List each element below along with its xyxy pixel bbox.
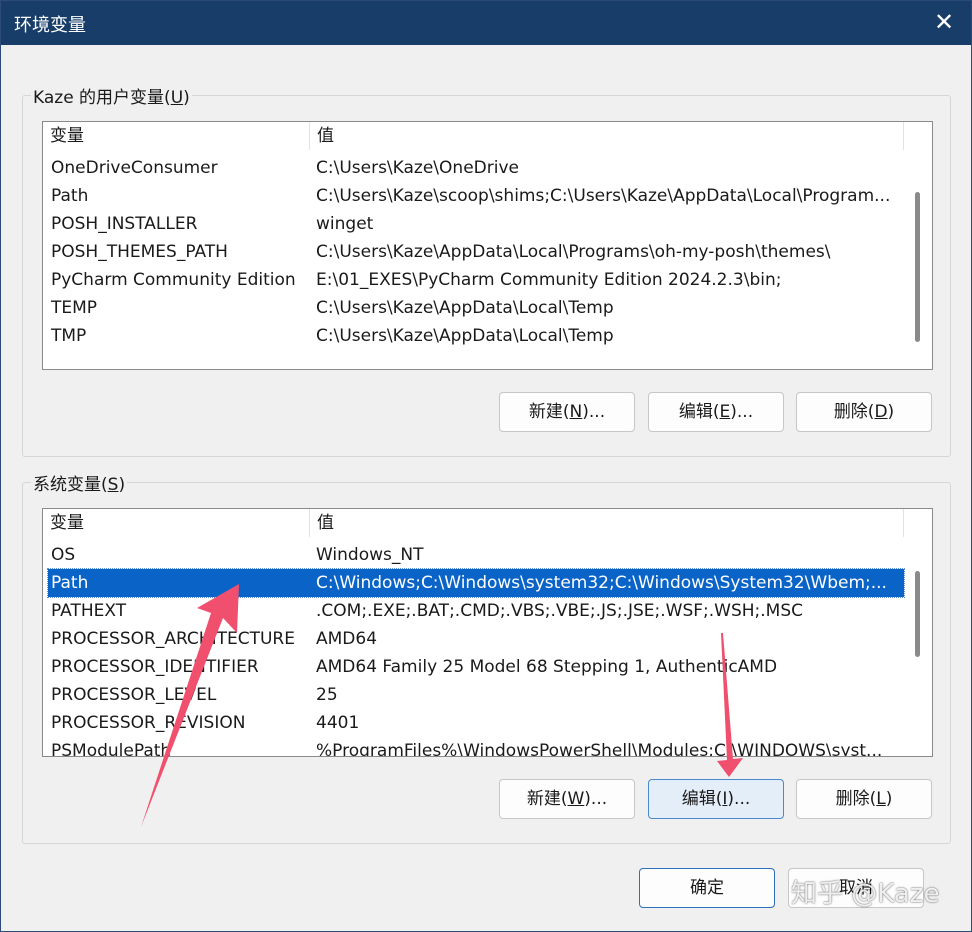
variable-value-cell: C:\Users\Kaze\AppData\Local\Programs\oh-… xyxy=(316,238,902,266)
table-row[interactable]: PATHEXT.COM;.EXE;.BAT;.CMD;.VBS;.VBE;.JS… xyxy=(48,597,904,625)
column-header-value[interactable]: 值 xyxy=(310,509,904,537)
window-title: 环境变量 xyxy=(14,11,86,37)
variable-name-cell: PROCESSOR_IDENTIFIER xyxy=(51,653,309,681)
table-row[interactable]: PROCESSOR_ARCHITECTUREAMD64 xyxy=(48,625,904,653)
system-list-scrollbar[interactable] xyxy=(904,509,932,756)
variable-value-cell: .COM;.EXE;.BAT;.CMD;.VBS;.VBE;.JS;.JSE;.… xyxy=(316,597,902,625)
table-row[interactable]: OneDriveConsumerC:\Users\Kaze\OneDrive xyxy=(48,154,904,182)
variable-name-cell: PyCharm Community Edition xyxy=(51,266,309,294)
table-row[interactable]: OSWindows_NT xyxy=(48,541,904,569)
variable-name-cell: OneDriveConsumer xyxy=(51,154,309,182)
variable-name-cell: PROCESSOR_REVISION xyxy=(51,709,309,737)
variable-value-cell: C:\Users\Kaze\scoop\shims;C:\Users\Kaze\… xyxy=(316,182,902,210)
variable-value-cell: C:\Users\Kaze\AppData\Local\Temp xyxy=(316,322,902,350)
variable-value-cell: C:\Windows;C:\Windows\system32;C:\Window… xyxy=(316,569,902,597)
variable-name-cell: OS xyxy=(51,541,309,569)
variable-value-cell: Windows_NT xyxy=(316,541,902,569)
ok-button[interactable]: 确定 xyxy=(639,868,775,908)
list-header: 变量 值 xyxy=(43,509,904,537)
close-icon[interactable]: ✕ xyxy=(931,9,957,35)
table-row[interactable]: PathC:\Users\Kaze\scoop\shims;C:\Users\K… xyxy=(48,182,904,210)
system-new-button[interactable]: 新建(W)... xyxy=(499,779,635,819)
variable-name-cell: Path xyxy=(51,569,309,597)
table-row[interactable]: PROCESSOR_IDENTIFIERAMD64 Family 25 Mode… xyxy=(48,653,904,681)
table-row[interactable]: POSH_INSTALLERwinget xyxy=(48,210,904,238)
variable-value-cell: E:\01_EXES\PyCharm Community Edition 202… xyxy=(316,266,902,294)
table-row[interactable]: PROCESSOR_LEVEL25 xyxy=(48,681,904,709)
variable-value-cell: AMD64 Family 25 Model 68 Stepping 1, Aut… xyxy=(316,653,902,681)
system-list-scroll-thumb[interactable] xyxy=(915,571,920,657)
table-row[interactable]: PyCharm Community EditionE:\01_EXES\PyCh… xyxy=(48,266,904,294)
variable-value-cell: %ProgramFiles%\WindowsPowerShell\Modules… xyxy=(316,737,902,757)
user-list-scrollbar[interactable] xyxy=(904,122,932,369)
system-variables-list[interactable]: 变量 值 OSWindows_NTPathC:\Windows;C:\Windo… xyxy=(42,508,933,757)
variable-value-cell: 25 xyxy=(316,681,902,709)
column-header-value[interactable]: 值 xyxy=(310,122,904,150)
table-row[interactable]: PSModulePath %ProgramFiles%\WindowsPowerS… xyxy=(48,737,904,757)
table-row[interactable]: TEMPC:\Users\Kaze\AppData\Local\Temp xyxy=(48,294,904,322)
column-header-variable[interactable]: 变量 xyxy=(43,122,310,150)
system-delete-button[interactable]: 删除(L) xyxy=(796,779,932,819)
variable-name-cell: PATHEXT xyxy=(51,597,309,625)
variable-name-cell: TEMP xyxy=(51,294,309,322)
user-list-scroll-thumb[interactable] xyxy=(915,192,920,342)
user-variables-list[interactable]: 变量 值 OneDriveConsumerC:\Users\Kaze\OneDr… xyxy=(42,121,933,370)
watermark: 知乎 @Kaze xyxy=(791,873,939,910)
title-bar: 环境变量 ✕ xyxy=(1,1,971,45)
environment-variables-dialog: 环境变量 ✕ Kaze 的用户变量(U) 变量 值 OneDriveConsum… xyxy=(0,0,972,932)
table-row[interactable]: POSH_THEMES_PATHC:\Users\Kaze\AppData\Lo… xyxy=(48,238,904,266)
variable-name-cell: TMP xyxy=(51,322,309,350)
system-variables-label: 系统变量(S) xyxy=(31,470,127,495)
variable-value-cell: AMD64 xyxy=(316,625,902,653)
user-edit-button[interactable]: 编辑(E)... xyxy=(648,392,784,432)
variable-name-cell: PROCESSOR_ARCHITECTURE xyxy=(51,625,309,653)
variable-name-cell: POSH_THEMES_PATH xyxy=(51,238,309,266)
user-delete-button[interactable]: 删除(D) xyxy=(796,392,932,432)
user-variables-label: Kaze 的用户变量(U) xyxy=(31,83,192,108)
variable-name-cell: POSH_INSTALLER xyxy=(51,210,309,238)
table-row[interactable]: PathC:\Windows;C:\Windows\system32;C:\Wi… xyxy=(48,569,904,597)
variable-value-cell: 4401 xyxy=(316,709,902,737)
system-edit-button[interactable]: 编辑(I)... xyxy=(648,779,784,819)
variable-value-cell: C:\Users\Kaze\OneDrive xyxy=(316,154,902,182)
variable-name-cell: PSModulePath xyxy=(51,737,309,757)
table-row[interactable]: PROCESSOR_REVISION4401 xyxy=(48,709,904,737)
variable-name-cell: PROCESSOR_LEVEL xyxy=(51,681,309,709)
variable-value-cell: winget xyxy=(316,210,902,238)
list-header: 变量 值 xyxy=(43,122,904,150)
table-row[interactable]: TMPC:\Users\Kaze\AppData\Local\Temp xyxy=(48,322,904,350)
variable-value-cell: C:\Users\Kaze\AppData\Local\Temp xyxy=(316,294,902,322)
column-header-variable[interactable]: 变量 xyxy=(43,509,310,537)
variable-name-cell: Path xyxy=(51,182,309,210)
user-new-button[interactable]: 新建(N)... xyxy=(499,392,635,432)
